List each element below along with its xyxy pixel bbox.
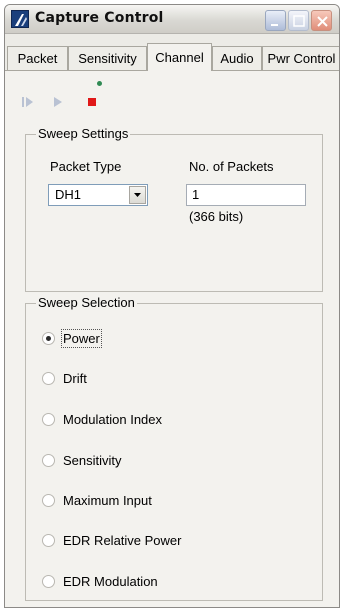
sweep-settings-group: Sweep Settings Packet Type DH1 No. of Pa… xyxy=(25,126,323,292)
radio-maximum-input[interactable]: Maximum Input xyxy=(42,492,302,510)
tab-label: Audio xyxy=(220,51,254,66)
radio-power[interactable]: Power xyxy=(42,329,302,348)
radio-label: Modulation Index xyxy=(63,412,163,427)
radio-button[interactable] xyxy=(42,454,55,467)
tab-packet[interactable]: Packet xyxy=(7,46,68,70)
radio-button[interactable] xyxy=(42,332,55,345)
packets-input[interactable]: 1 xyxy=(186,184,306,206)
capture-control-window: Capture Control Packet Sensitivity Chann… xyxy=(4,4,340,608)
radio-button[interactable] xyxy=(42,575,55,588)
tab-sensitivity[interactable]: Sensitivity xyxy=(68,46,147,70)
radio-selected-dot xyxy=(46,336,51,341)
radio-label: Sensitivity xyxy=(63,453,122,468)
packet-type-select[interactable]: DH1 xyxy=(48,184,148,206)
minimize-icon xyxy=(266,11,285,30)
channel-panel: Sweep Settings Packet Type DH1 No. of Pa… xyxy=(5,71,339,607)
step-forward-icon[interactable] xyxy=(21,95,35,109)
tab-label: Pwr Control xyxy=(267,51,336,66)
close-button[interactable] xyxy=(311,10,332,31)
radio-edr-relative-power[interactable]: EDR Relative Power xyxy=(42,532,302,550)
radio-modulation-index[interactable]: Modulation Index xyxy=(42,411,302,429)
tab-channel[interactable]: Channel xyxy=(147,43,212,71)
radio-label: Power xyxy=(61,329,102,348)
radio-label: Drift xyxy=(63,371,87,386)
packet-type-value: DH1 xyxy=(55,187,82,202)
play-icon[interactable] xyxy=(51,95,65,109)
radio-edr-modulation[interactable]: EDR Modulation xyxy=(42,573,302,591)
packet-type-label: Packet Type xyxy=(50,159,122,174)
maximize-button[interactable] xyxy=(288,10,309,31)
window-title: Capture Control xyxy=(35,10,164,26)
tab-label: Sensitivity xyxy=(78,51,137,66)
status-led xyxy=(97,81,102,86)
radio-sensitivity[interactable]: Sensitivity xyxy=(42,452,302,470)
tab-label: Packet xyxy=(17,51,58,66)
chevron-down-icon[interactable] xyxy=(129,186,146,204)
sweep-selection-group: Sweep Selection Power Drift Modulation I… xyxy=(25,295,323,601)
radio-drift[interactable]: Drift xyxy=(42,370,302,388)
packets-value: 1 xyxy=(192,187,200,202)
radio-button[interactable] xyxy=(42,534,55,547)
radio-label: EDR Modulation xyxy=(63,574,158,589)
tab-strip: Packet Sensitivity Channel Audio Pwr Con… xyxy=(5,43,339,71)
close-icon xyxy=(312,11,331,30)
minimize-button[interactable] xyxy=(265,10,286,31)
sweep-settings-label: Sweep Settings xyxy=(36,126,131,141)
app-logo-icon xyxy=(11,10,29,28)
radio-label: Maximum Input xyxy=(63,493,152,508)
radio-button[interactable] xyxy=(42,372,55,385)
bits-note: (366 bits) xyxy=(189,209,244,224)
sweep-selection-label: Sweep Selection xyxy=(36,295,137,310)
radio-button[interactable] xyxy=(42,494,55,507)
radio-label: EDR Relative Power xyxy=(63,533,182,548)
maximize-icon xyxy=(289,11,308,30)
radio-button[interactable] xyxy=(42,413,55,426)
stop-icon[interactable] xyxy=(85,95,99,109)
tab-pwr-control[interactable]: Pwr Control xyxy=(262,46,339,70)
tab-audio[interactable]: Audio xyxy=(212,46,262,70)
title-bar[interactable]: Capture Control xyxy=(5,5,339,34)
packets-label: No. of Packets xyxy=(189,159,274,174)
tab-label: Channel xyxy=(155,50,204,65)
